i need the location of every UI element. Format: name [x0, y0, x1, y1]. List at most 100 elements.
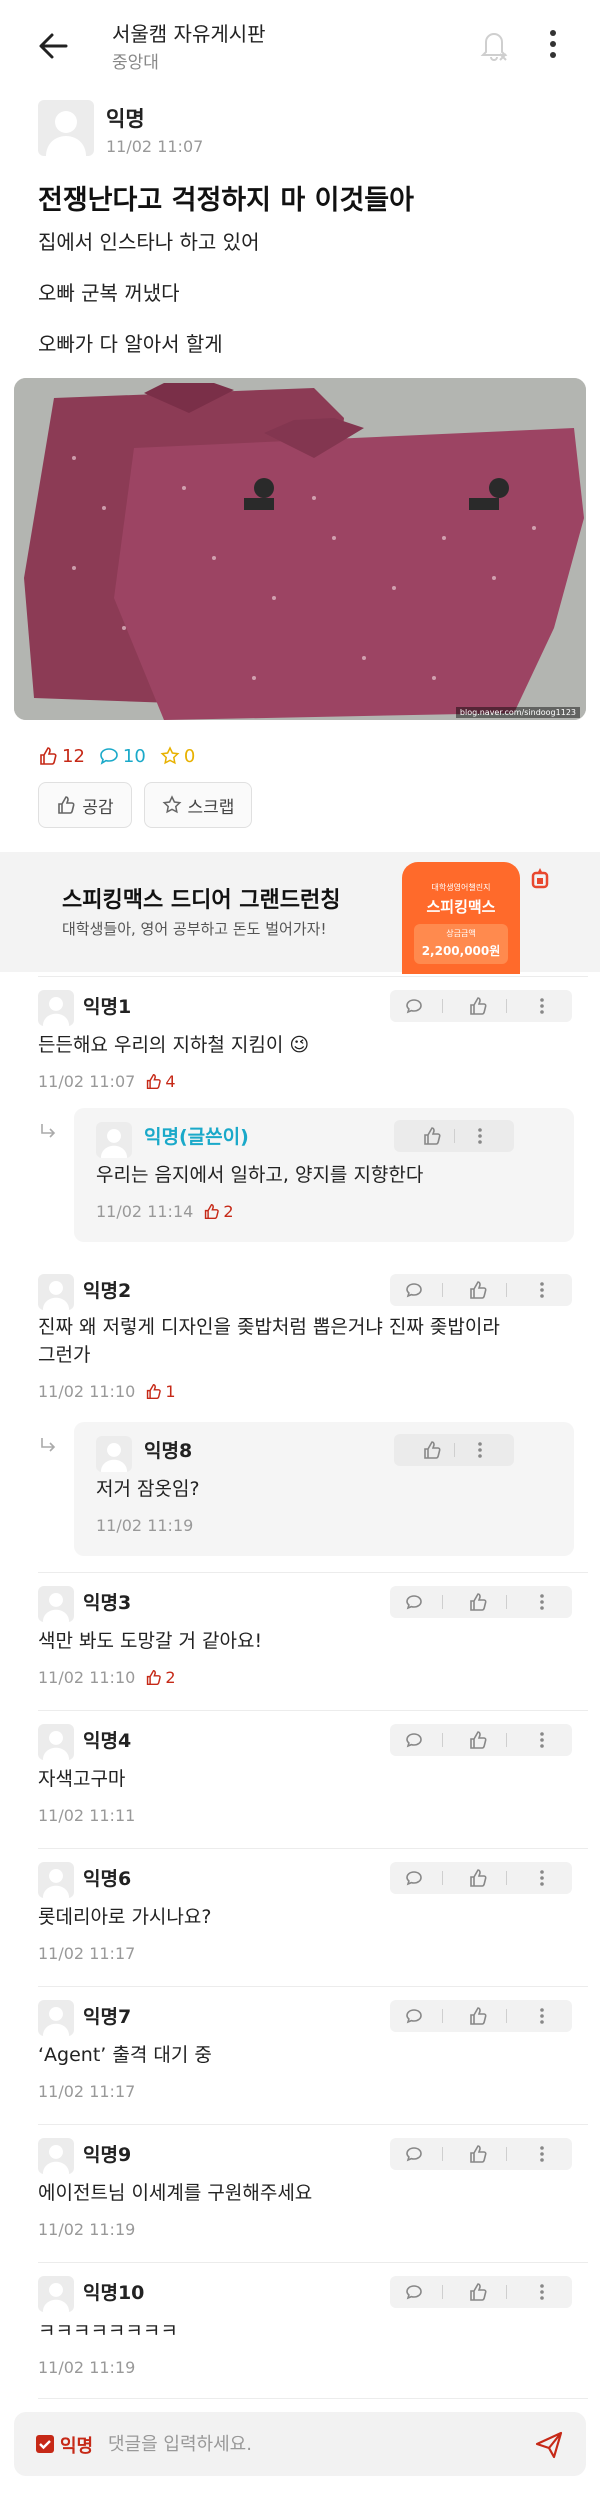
scrap-button[interactable]: 스크랩	[144, 782, 252, 828]
thumbs-up-icon[interactable]	[468, 996, 488, 1016]
comment-item: 익명2 진짜 왜 저렇게 디자인을 좆밥처럼 뽑은거냐 진짜 좆밥이라 그런가 11/…	[0, 1274, 600, 1401]
speech-bubble-icon[interactable]	[404, 1280, 424, 1300]
comment-meta: 11/02 11:17	[38, 1944, 135, 1963]
comment-divider	[38, 2398, 588, 2399]
comment-time: 11/02 11:19	[38, 2358, 136, 2377]
thumbs-up-icon[interactable]	[468, 2282, 488, 2302]
thumbs-up-icon[interactable]	[468, 1730, 488, 1750]
comment-text: 롯데리아로 가시나요?	[38, 1906, 212, 1928]
send-icon[interactable]	[534, 2430, 564, 2460]
more-vertical-icon[interactable]	[532, 996, 552, 1016]
comment-meta: 11/02 11:07 4	[38, 1072, 176, 1091]
thumbs-up-icon[interactable]	[468, 1280, 488, 1300]
more-vertical-icon[interactable]	[532, 1730, 552, 1750]
ad-banner[interactable]: 스피킹맥스 드디어 그랜드런칭 대학생들아, 영어 공부하고 돈도 벌어가자! …	[0, 852, 600, 974]
more-vertical-icon[interactable]	[532, 2282, 552, 2302]
more-vertical-icon[interactable]	[470, 1440, 490, 1460]
bell-off-icon[interactable]	[478, 26, 510, 62]
like-button-label: 공감	[82, 797, 114, 818]
comment-meta: 11/02 11:19	[38, 2358, 135, 2377]
comment-input-bar: 익명	[14, 2412, 586, 2476]
comment-text: 든든해요 우리의 지하철 지킴이 😉	[38, 1034, 310, 1056]
school-name: 중앙대	[112, 53, 159, 73]
more-vertical-icon[interactable]	[532, 2006, 552, 2026]
comment-divider	[38, 1986, 588, 1987]
more-vertical-icon[interactable]	[532, 1592, 552, 1612]
more-vertical-icon[interactable]	[532, 2144, 552, 2164]
comment-like-value: 2	[165, 1668, 176, 1687]
avatar	[38, 990, 74, 1026]
speech-bubble-icon[interactable]	[404, 2006, 424, 2026]
reply-arrow-icon	[38, 1436, 58, 1456]
comment-time: 11/02 11:19	[96, 1516, 194, 1535]
avatar	[96, 1122, 132, 1158]
comment-actions	[390, 2276, 572, 2308]
speech-bubble-icon[interactable]	[404, 1730, 424, 1750]
image-credit: blog.naver.com/sindoog1123	[455, 707, 580, 718]
comment-author: 익명2	[83, 1280, 132, 1302]
speech-bubble-icon[interactable]	[404, 996, 424, 1016]
post-image[interactable]: blog.naver.com/sindoog1123	[14, 378, 586, 720]
back-arrow-icon[interactable]	[36, 28, 72, 64]
thumbs-up-icon[interactable]	[468, 2144, 488, 2164]
comment-author: 익명7	[83, 2006, 132, 2028]
comment-count-value: 10	[122, 745, 146, 767]
post-title: 전쟁난다고 걱정하지 마 이것들아	[38, 185, 414, 216]
post-stats: 12 10 0	[38, 744, 209, 768]
scrap-button-label: 스크랩	[187, 797, 235, 818]
avatar	[38, 1586, 74, 1622]
scrap-count: 0	[160, 746, 195, 767]
comment-like-value: 4	[165, 1072, 176, 1091]
like-button[interactable]: 공감	[38, 782, 132, 828]
comment-like-value: 1	[165, 1382, 176, 1401]
comment-actions	[390, 2000, 572, 2032]
avatar-icon	[42, 1730, 70, 1760]
thumbs-up-icon[interactable]	[468, 1592, 488, 1612]
thumbs-up-icon	[205, 1203, 220, 1220]
avatar-icon	[42, 1868, 70, 1898]
anonymous-label[interactable]: 익명	[60, 2432, 93, 2458]
comment-like-count: 4	[145, 1072, 176, 1091]
thumbs-up-icon	[40, 747, 57, 765]
speech-bubble-icon[interactable]	[404, 1592, 424, 1612]
ad-phone-title: 스피킹맥스	[426, 898, 496, 916]
more-vertical-icon[interactable]	[532, 1868, 552, 1888]
thumbs-up-icon[interactable]	[422, 1126, 442, 1146]
comment-time: 11/02 11:14	[96, 1202, 194, 1221]
speech-bubble-icon[interactable]	[404, 2282, 424, 2302]
comment-meta: 11/02 11:11	[38, 1806, 135, 1825]
comment-author: 익명9	[83, 2144, 132, 2166]
thumbs-up-icon[interactable]	[422, 1440, 442, 1460]
comment-meta: 11/02 11:19	[38, 2220, 135, 2239]
thumbs-up-icon	[147, 1383, 162, 1400]
comment-author: 익명(글쓴이)	[144, 1126, 249, 1148]
more-vertical-icon[interactable]	[470, 1126, 490, 1146]
avatar-icon	[42, 996, 70, 1026]
check-icon	[39, 2440, 51, 2450]
star-icon	[162, 795, 181, 814]
avatar-icon	[42, 2144, 70, 2174]
avatar	[96, 1436, 132, 1472]
anonymous-checkbox[interactable]	[36, 2435, 54, 2453]
comment-item: 익명9 에이전트님 이세계를 구원해주세요 11/02 11:19	[0, 2138, 600, 2258]
more-vertical-icon[interactable]	[532, 1280, 552, 1300]
post-line-1: 집에서 인스타나 하고 있어	[38, 230, 260, 254]
comment-time: 11/02 11:07	[38, 1072, 136, 1091]
thumbs-up-icon	[147, 1073, 162, 1090]
more-vertical-icon[interactable]	[548, 28, 558, 60]
thumbs-up-icon[interactable]	[468, 1868, 488, 1888]
speech-bubble-icon[interactable]	[404, 1868, 424, 1888]
thumbs-up-icon	[58, 796, 75, 814]
ad-logo-icon	[528, 866, 552, 890]
avatar	[38, 1274, 74, 1310]
avatar-icon	[46, 111, 86, 156]
thumbs-up-icon[interactable]	[468, 2006, 488, 2026]
comment-author: 익명8	[144, 1440, 193, 1462]
comment-actions	[394, 1434, 514, 1466]
post-line-2: 오빠 군복 꺼냈다	[38, 281, 180, 305]
comment-time: 11/02 11:19	[38, 2220, 136, 2239]
avatar-icon	[42, 1280, 70, 1310]
comment-input[interactable]	[108, 2426, 488, 2462]
comment-like-value: 2	[223, 1202, 234, 1221]
speech-bubble-icon[interactable]	[404, 2144, 424, 2164]
